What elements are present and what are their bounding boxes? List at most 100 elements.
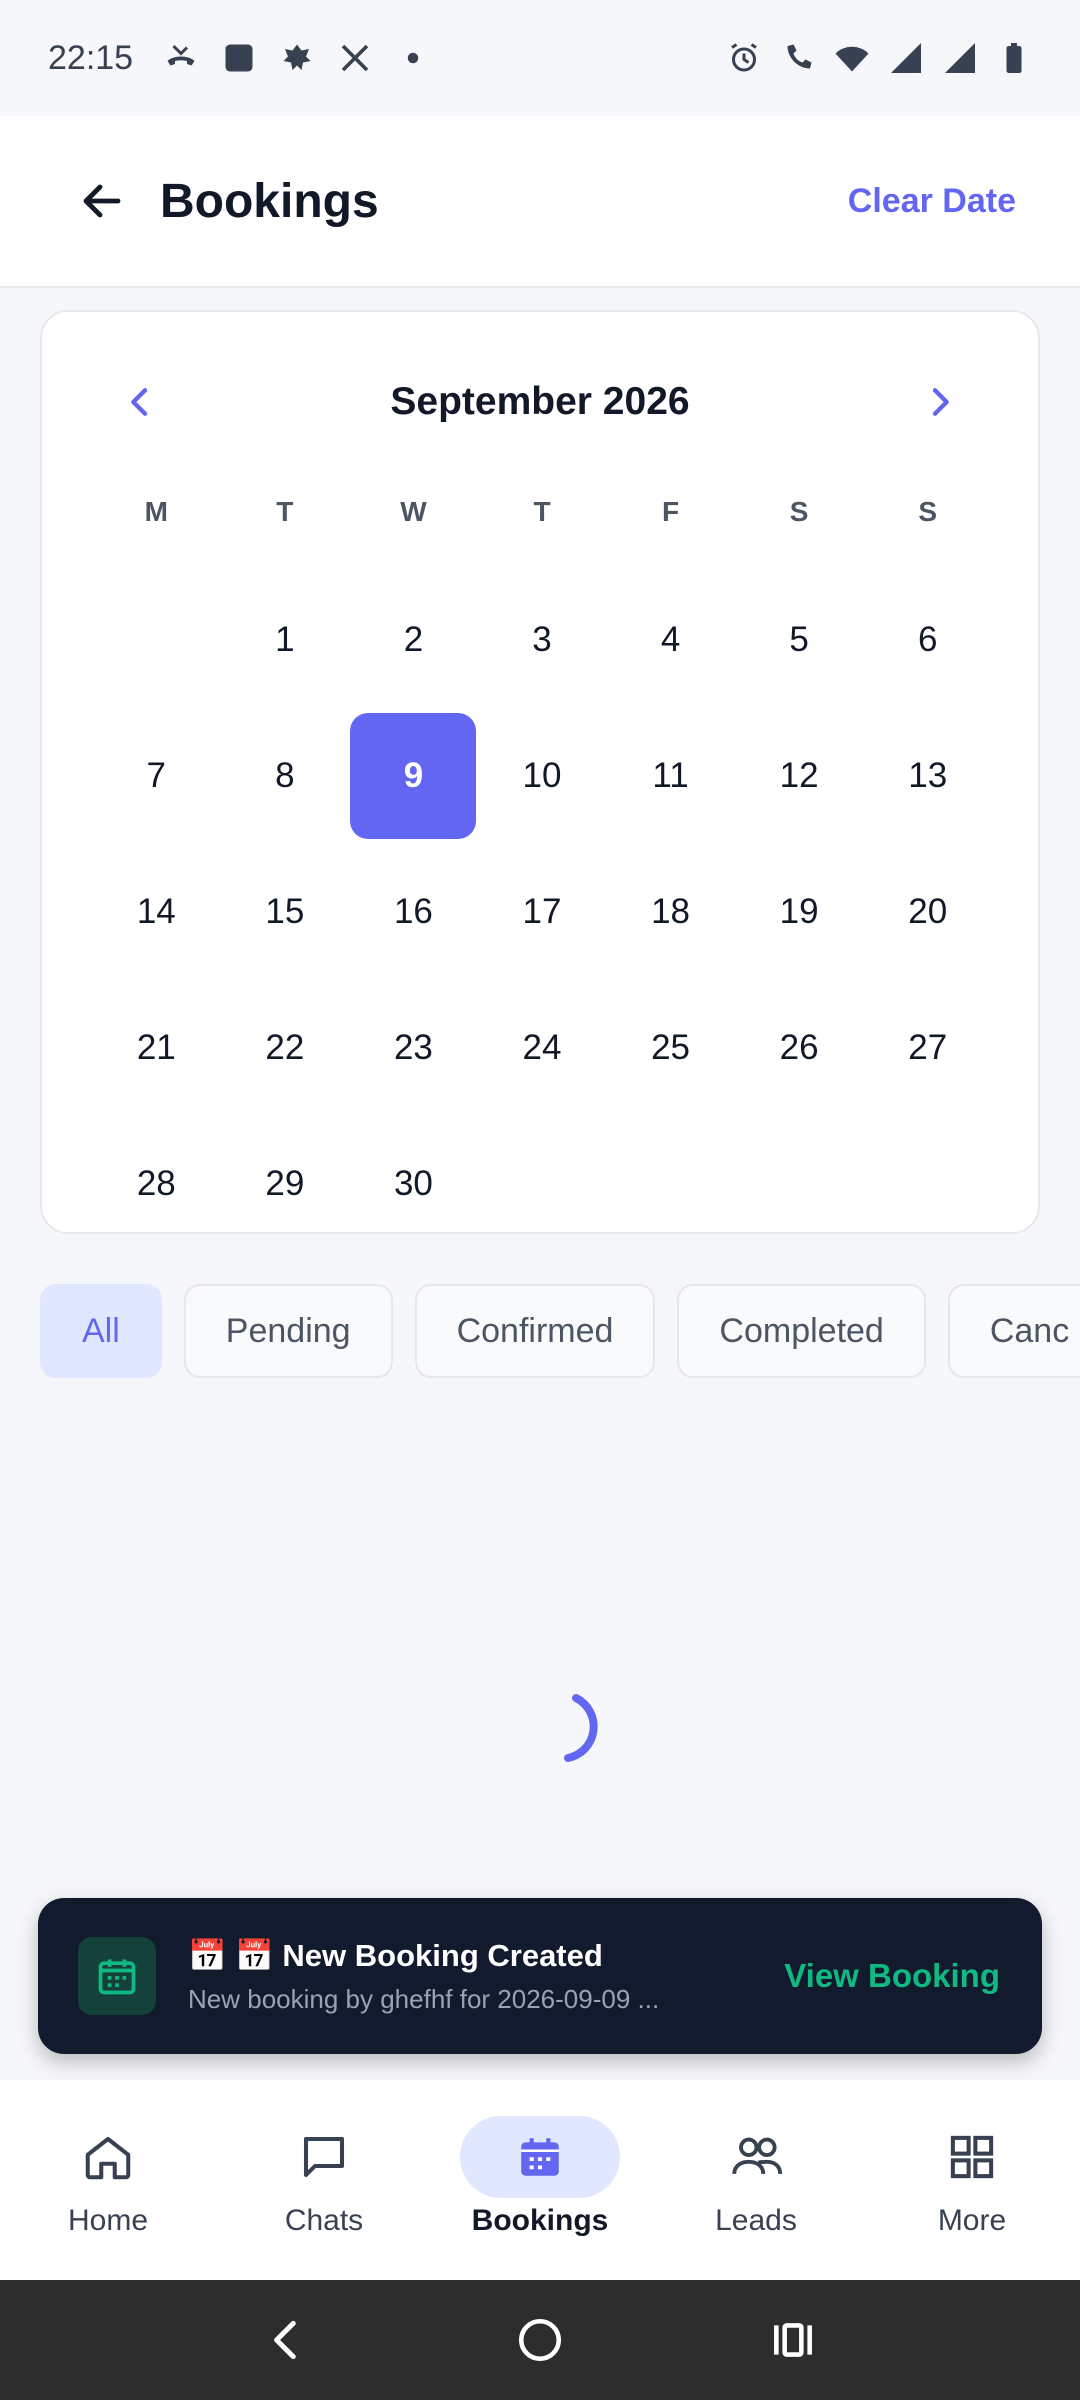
selected-day[interactable]: 9 (350, 713, 477, 839)
calendar-day[interactable]: 24 (479, 985, 605, 1111)
recents-icon (774, 2323, 813, 2357)
new-booking-snackbar: 📅 📅 New Booking Created New booking by g… (38, 1898, 1042, 2054)
view-booking-button[interactable]: View Booking (784, 1957, 1000, 1995)
system-navigation-bar (0, 2280, 1080, 2400)
nav-label: Bookings (471, 2204, 609, 2237)
day-cell: 25 (606, 980, 735, 1116)
nav-label: More (937, 2204, 1007, 2237)
chevron-left-icon (131, 388, 148, 416)
calendar-header: September 2026 (42, 364, 1038, 440)
day-cell: 19 (735, 844, 864, 980)
chevron-left-icon (273, 2320, 296, 2360)
bottom-navigation: Home Chats Bookings Leads More (0, 2080, 1080, 2280)
days-grid: 1 2 3 4 5 6 7 8 9 10 11 12 13 14 15 16 17 18 19 20 21 22 23 24 2… (92, 572, 992, 1252)
calendar-day[interactable]: 23 (350, 985, 476, 1111)
day-cell: 18 (606, 844, 735, 980)
calendar-card: September 2026 MTWTFSS 1 2 3 4 5 6 7 8 9 10 11 12 13… (40, 310, 1040, 1234)
app-square-icon (221, 40, 257, 76)
calendar-day[interactable]: 14 (93, 849, 219, 975)
nav-item-leads[interactable]: Leads (648, 2080, 864, 2280)
calendar-day[interactable]: 11 (608, 713, 734, 839)
nav-item-bookings[interactable]: Bookings (432, 2080, 648, 2280)
calendar-day[interactable]: 10 (479, 713, 605, 839)
calendar-day[interactable]: 7 (93, 713, 219, 839)
signal-icon (888, 40, 924, 76)
arrow-left-icon (83, 184, 121, 218)
day-cell: 22 (221, 980, 350, 1116)
calendar-day[interactable]: 15 (222, 849, 348, 975)
day-cell: 3 (478, 572, 607, 708)
calendar-day[interactable]: 18 (608, 849, 734, 975)
missed-call-icon (163, 40, 199, 76)
calendar-day[interactable]: 26 (736, 985, 862, 1111)
system-recents-button[interactable] (758, 2305, 828, 2375)
day-cell: 9 (349, 708, 478, 844)
day-cell: 2 (349, 572, 478, 708)
next-month-button[interactable] (914, 376, 966, 428)
day-cell: 30 (349, 1116, 478, 1252)
day-cell: 17 (478, 844, 607, 980)
nav-item-chats[interactable]: Chats (216, 2080, 432, 2280)
weekday-label: T (276, 496, 294, 527)
calendar-day[interactable]: 4 (608, 577, 734, 703)
previous-month-button[interactable] (114, 376, 166, 428)
loading-spinner (540, 1690, 620, 1770)
system-back-button[interactable] (252, 2305, 322, 2375)
x-logo-icon (337, 40, 373, 76)
calendar-day[interactable]: 13 (865, 713, 991, 839)
calendar-day[interactable]: 1 (222, 577, 348, 703)
day-cell: 5 (735, 572, 864, 708)
day-cell: 29 (221, 1116, 350, 1252)
day-cell: 7 (92, 708, 221, 844)
filter-chip-confirmed[interactable]: Confirmed (414, 1284, 656, 1378)
day-cell: 6 (863, 572, 992, 708)
filter-chip-pending[interactable]: Pending (183, 1284, 393, 1378)
day-cell: 10 (478, 708, 607, 844)
calendar-day[interactable]: 21 (93, 985, 219, 1111)
dot-icon (395, 40, 431, 76)
filter-chip-canc[interactable]: Canc (947, 1284, 1080, 1378)
calendar-day[interactable]: 2 (350, 577, 476, 703)
calendar-month-title: September 2026 (390, 380, 690, 423)
calendar-day[interactable]: 25 (608, 985, 734, 1111)
day-cell: 27 (863, 980, 992, 1116)
snackbar-subtitle: New booking by ghefhf for 2026-09-09 ... (188, 1984, 660, 2014)
back-button[interactable] (72, 171, 132, 231)
wifi-call-icon (780, 40, 816, 76)
weekday-label: W (400, 496, 427, 527)
calendar-day[interactable]: 27 (865, 985, 991, 1111)
snackbar-text: 📅 📅 New Booking Created New booking by g… (188, 1937, 754, 2015)
day-cell: 8 (221, 708, 350, 844)
calendar-day[interactable]: 30 (350, 1121, 476, 1247)
snackbar-title: 📅 📅 New Booking Created (188, 1938, 603, 1973)
day-cell: 28 (92, 1116, 221, 1252)
calendar-day[interactable]: 5 (736, 577, 862, 703)
calendar-day[interactable]: 29 (222, 1121, 348, 1247)
filter-chip-all[interactable]: All (40, 1284, 162, 1378)
circle-icon (518, 2318, 562, 2362)
calendar-day[interactable]: 17 (479, 849, 605, 975)
calendar-day[interactable]: 19 (736, 849, 862, 975)
calendar-day[interactable]: 20 (865, 849, 991, 975)
calendar-day[interactable]: 6 (865, 577, 991, 703)
calendar-day[interactable]: 3 (479, 577, 605, 703)
signal-icon (942, 40, 978, 76)
battery-icon (996, 40, 1032, 76)
system-home-button[interactable] (505, 2305, 575, 2375)
filter-chip-completed[interactable]: Completed (677, 1284, 926, 1378)
chat-icon (303, 2136, 345, 2178)
weekday-row: MTWTFSS (92, 482, 992, 542)
calendar-day[interactable]: 12 (736, 713, 862, 839)
chevron-right-icon (932, 388, 949, 416)
calendar-day[interactable]: 22 (222, 985, 348, 1111)
grid-icon (950, 2135, 994, 2179)
calendar-day[interactable]: 8 (222, 713, 348, 839)
calendar-day[interactable]: 28 (93, 1121, 219, 1247)
calendar-day[interactable]: 16 (350, 849, 476, 975)
nav-label: Chats (284, 2204, 364, 2237)
clear-date-button[interactable]: Clear Date (848, 182, 1016, 221)
nav-item-more[interactable]: More (864, 2080, 1080, 2280)
wifi-icon (834, 40, 870, 76)
nav-item-home[interactable]: Home (0, 2080, 216, 2280)
day-cell: 26 (735, 980, 864, 1116)
